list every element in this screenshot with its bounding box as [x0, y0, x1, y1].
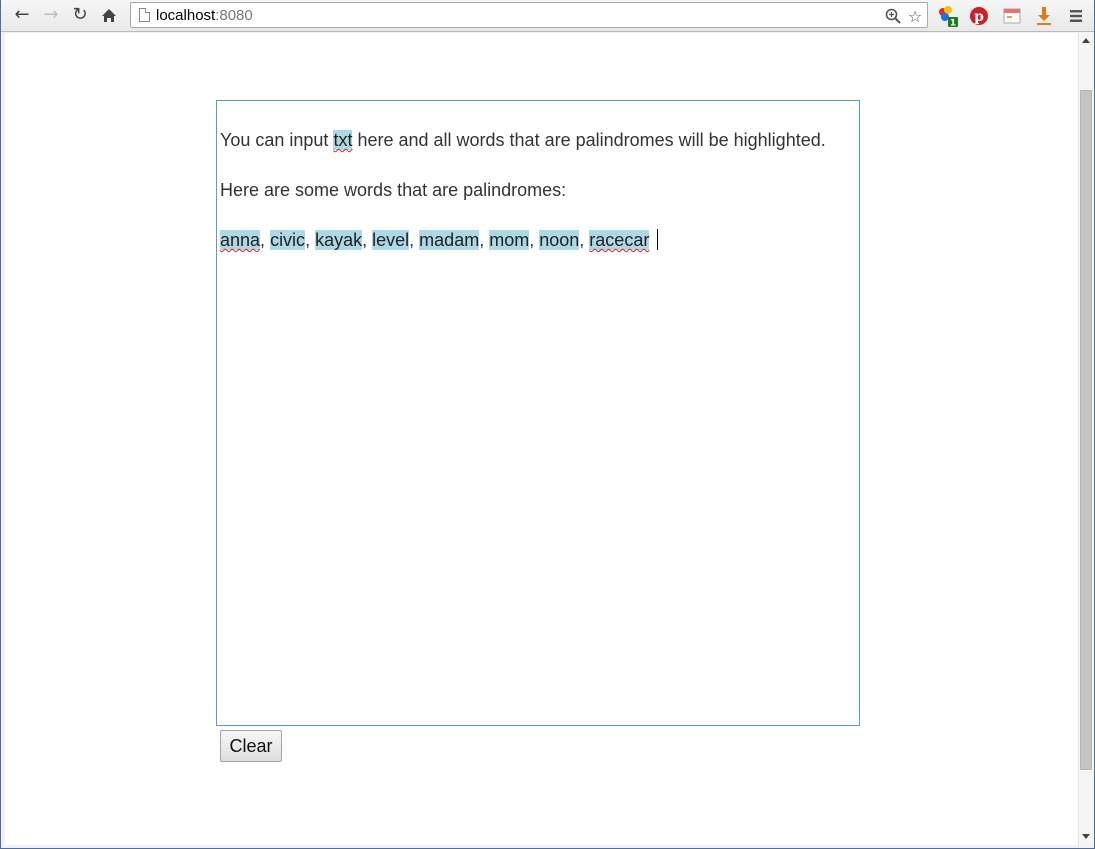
- url-text[interactable]: localhost:8080: [156, 7, 253, 24]
- palindrome-list: anna, civic, kayak, level, madam, mom, n…: [220, 229, 856, 251]
- address-bar[interactable]: localhost:8080 ☆: [130, 2, 928, 28]
- clear-button[interactable]: Clear: [220, 730, 282, 762]
- palindrome-word: kayak: [315, 230, 363, 250]
- extension-multicolor-icon[interactable]: 1: [937, 5, 959, 27]
- scroll-down-arrow-icon[interactable]: [1082, 834, 1090, 839]
- browser-window: ← → ↻ localhost:8080 ☆ 1 p You can input…: [0, 0, 1095, 849]
- forward-arrow-icon[interactable]: →: [39, 4, 63, 26]
- text-caret: [657, 229, 659, 250]
- hamburger-menu-icon[interactable]: [1065, 5, 1087, 27]
- palindrome-word: civic: [270, 230, 306, 250]
- download-icon[interactable]: [1033, 5, 1055, 27]
- star-icon[interactable]: ☆: [905, 6, 925, 26]
- palindrome-word: mom: [489, 230, 530, 250]
- editor-line-heading: Here are some words that are palindromes…: [220, 180, 567, 200]
- calendar-extension-icon[interactable]: [1001, 5, 1023, 27]
- svg-text:p: p: [974, 9, 984, 25]
- svg-text:1: 1: [950, 19, 956, 28]
- palindrome-word: noon: [539, 230, 580, 250]
- pinterest-icon[interactable]: p: [968, 5, 990, 27]
- vertical-scrollbar[interactable]: [1078, 33, 1094, 845]
- reload-icon[interactable]: ↻: [68, 4, 92, 26]
- palindrome-word: madam: [419, 230, 480, 250]
- editor-line-intro: You can input txt here and all words tha…: [220, 130, 826, 150]
- palindrome-word: racecar: [589, 230, 650, 250]
- back-arrow-icon[interactable]: ←: [10, 4, 34, 26]
- browser-toolbar: ← → ↻ localhost:8080 ☆ 1 p: [1, 0, 1094, 32]
- page-viewport: You can input txt here and all words tha…: [5, 33, 1078, 845]
- palindrome-editor[interactable]: You can input txt here and all words tha…: [216, 100, 860, 726]
- palindrome-word: anna: [220, 230, 261, 250]
- scroll-up-arrow-icon[interactable]: [1082, 38, 1090, 43]
- highlighted-word: txt: [333, 130, 353, 150]
- palindrome-word: level: [372, 230, 410, 250]
- home-icon[interactable]: [97, 4, 121, 26]
- scrollbar-thumb[interactable]: [1080, 90, 1092, 770]
- zoom-icon[interactable]: [883, 6, 903, 26]
- page-icon: [139, 8, 150, 22]
